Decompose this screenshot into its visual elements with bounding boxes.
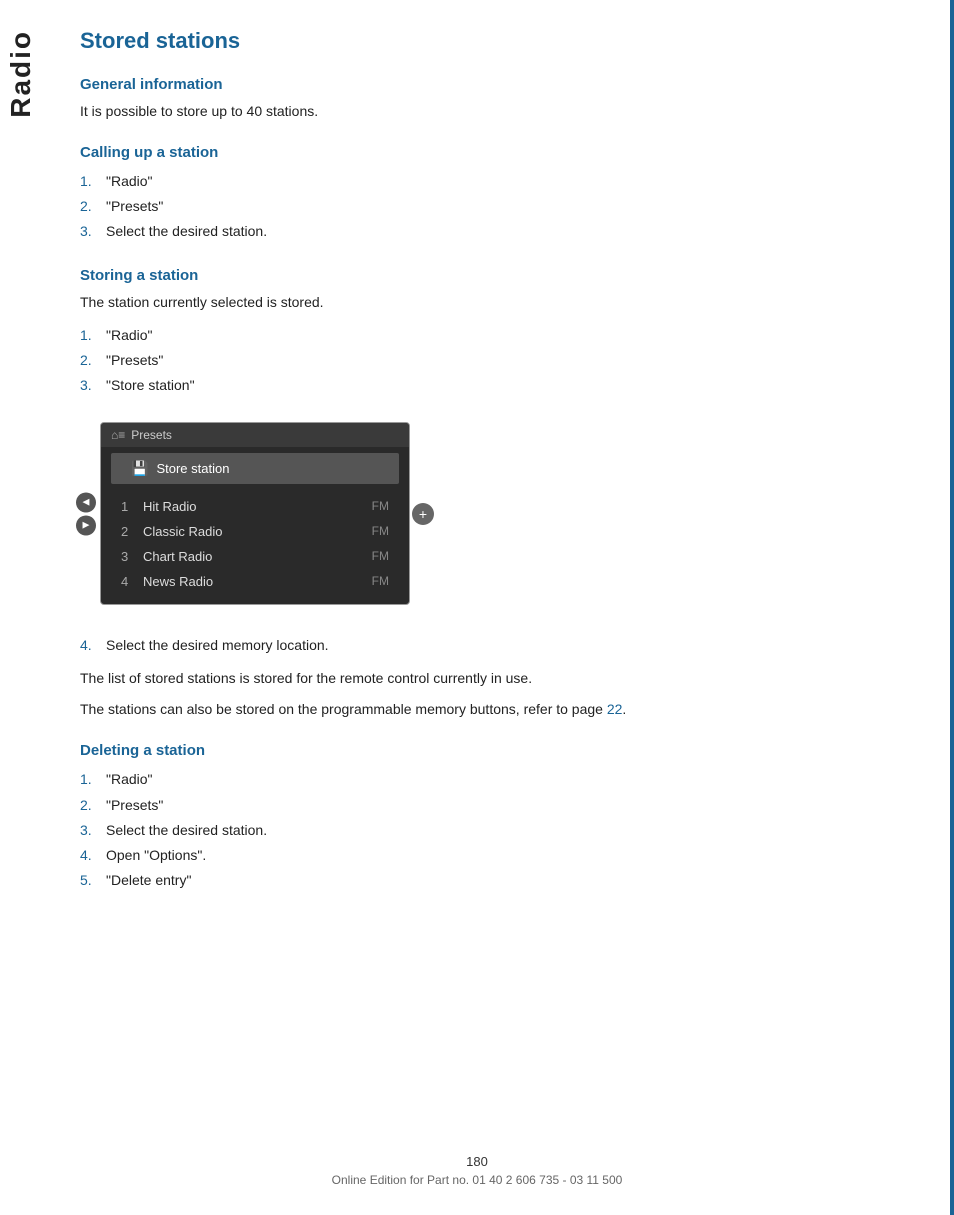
station-num: 4 bbox=[121, 574, 137, 589]
general-info-body: It is possible to store up to 40 station… bbox=[80, 101, 894, 122]
list-item: 2. "Presets" bbox=[80, 348, 894, 373]
sidebar-label: Radio bbox=[5, 30, 37, 118]
step-num: 3. bbox=[80, 818, 98, 843]
sidebar: Radio bbox=[0, 0, 42, 1215]
station-row: 3 Chart Radio FM bbox=[111, 544, 399, 569]
list-item: 3. Select the desired station. bbox=[80, 219, 894, 244]
step-num: 1. bbox=[80, 767, 98, 792]
section-calling-up: Calling up a station 1. "Radio" 2. "Preset… bbox=[80, 144, 894, 245]
storing-step4-list: 4. Select the desired memory location. bbox=[80, 633, 894, 658]
storing-intro: The station currently selected is stored… bbox=[80, 292, 894, 313]
station-band: FM bbox=[372, 524, 389, 539]
general-info-heading: General information bbox=[80, 76, 894, 93]
edition-text: Online Edition for Part no. 01 40 2 606 … bbox=[0, 1173, 954, 1187]
presets-icon: ⌂≡ bbox=[111, 428, 125, 442]
storing-note2-suffix: . bbox=[622, 701, 626, 717]
station-row: 1 Hit Radio FM bbox=[111, 494, 399, 519]
step-num: 2. bbox=[80, 793, 98, 818]
main-content: Stored stations General information It i… bbox=[60, 0, 954, 943]
step-text: Select the desired memory location. bbox=[106, 633, 329, 658]
list-item: 4. Select the desired memory location. bbox=[80, 633, 894, 658]
station-band: FM bbox=[372, 549, 389, 564]
station-name: Hit Radio bbox=[143, 499, 372, 514]
store-icon: 💾 bbox=[131, 460, 148, 477]
section-deleting: Deleting a station 1. "Radio" 2. "Presets"… bbox=[80, 742, 894, 893]
presets-header: ⌂≡ Presets bbox=[101, 423, 409, 447]
step-text: "Presets" bbox=[106, 793, 163, 818]
nav-next-button[interactable]: ▶ bbox=[76, 515, 96, 535]
list-item: 1. "Radio" bbox=[80, 169, 894, 194]
station-name: Chart Radio bbox=[143, 549, 372, 564]
list-item: 3. "Store station" bbox=[80, 373, 894, 398]
station-num: 2 bbox=[121, 524, 137, 539]
step-text: "Radio" bbox=[106, 169, 153, 194]
storing-note1: The list of stored stations is stored fo… bbox=[80, 668, 894, 689]
step-num: 5. bbox=[80, 868, 98, 893]
page-title: Stored stations bbox=[80, 28, 894, 54]
nav-prev-button[interactable]: ◀ bbox=[76, 492, 96, 512]
page-link[interactable]: 22 bbox=[607, 701, 623, 717]
step-num: 3. bbox=[80, 373, 98, 398]
section-general-info: General information It is possible to st… bbox=[80, 76, 894, 122]
station-row: 4 News Radio FM bbox=[111, 569, 399, 594]
presets-ui-wrapper: ⌂≡ Presets 💾 Store station 1 Hit Radio F… bbox=[100, 408, 410, 619]
station-num: 3 bbox=[121, 549, 137, 564]
list-item: 5. "Delete entry" bbox=[80, 868, 894, 893]
step-text: "Radio" bbox=[106, 323, 153, 348]
section-storing: Storing a station The station currently … bbox=[80, 267, 894, 721]
list-item: 4. Open "Options". bbox=[80, 843, 894, 868]
calling-up-heading: Calling up a station bbox=[80, 144, 894, 161]
step-num: 4. bbox=[80, 843, 98, 868]
step-text: Select the desired station. bbox=[106, 818, 267, 843]
station-name: News Radio bbox=[143, 574, 372, 589]
storing-heading: Storing a station bbox=[80, 267, 894, 284]
storing-list: 1. "Radio" 2. "Presets" 3. "Store station" bbox=[80, 323, 894, 399]
step-num: 1. bbox=[80, 323, 98, 348]
calling-up-list: 1. "Radio" 2. "Presets" 3. Select the desir… bbox=[80, 169, 894, 245]
step-num: 4. bbox=[80, 633, 98, 658]
list-item: 3. Select the desired station. bbox=[80, 818, 894, 843]
step-text: "Radio" bbox=[106, 767, 153, 792]
store-station-label: Store station bbox=[156, 461, 229, 476]
side-nav-controls: ◀ ▶ bbox=[76, 492, 96, 535]
list-item: 2. "Presets" bbox=[80, 194, 894, 219]
station-name: Classic Radio bbox=[143, 524, 372, 539]
step-text: "Presets" bbox=[106, 194, 163, 219]
presets-ui: ⌂≡ Presets 💾 Store station 1 Hit Radio F… bbox=[100, 422, 410, 605]
step-text: Open "Options". bbox=[106, 843, 206, 868]
list-item: 2. "Presets" bbox=[80, 793, 894, 818]
presets-header-label: Presets bbox=[131, 428, 172, 442]
footer: 180 Online Edition for Part no. 01 40 2 … bbox=[0, 1154, 954, 1187]
deleting-list: 1. "Radio" 2. "Presets" 3. Select the desir… bbox=[80, 767, 894, 893]
station-band: FM bbox=[372, 574, 389, 589]
step-text: "Delete entry" bbox=[106, 868, 191, 893]
step-num: 3. bbox=[80, 219, 98, 244]
list-item: 1. "Radio" bbox=[80, 323, 894, 348]
station-num: 1 bbox=[121, 499, 137, 514]
page-number: 180 bbox=[0, 1154, 954, 1169]
station-band: FM bbox=[372, 499, 389, 514]
station-row: 2 Classic Radio FM bbox=[111, 519, 399, 544]
step-text: Select the desired station. bbox=[106, 219, 267, 244]
page-divider bbox=[950, 0, 954, 1215]
step-text: "Presets" bbox=[106, 348, 163, 373]
deleting-heading: Deleting a station bbox=[80, 742, 894, 759]
step-num: 1. bbox=[80, 169, 98, 194]
station-list: 1 Hit Radio FM 2 Classic Radio FM 3 Char… bbox=[101, 490, 409, 604]
step-text: "Store station" bbox=[106, 373, 195, 398]
list-item: 1. "Radio" bbox=[80, 767, 894, 792]
step-num: 2. bbox=[80, 348, 98, 373]
step-num: 2. bbox=[80, 194, 98, 219]
storing-note2-prefix: The stations can also be stored on the p… bbox=[80, 701, 607, 717]
store-station-button[interactable]: 💾 Store station bbox=[111, 453, 399, 484]
add-button[interactable]: + bbox=[412, 503, 434, 525]
storing-note2: The stations can also be stored on the p… bbox=[80, 699, 894, 720]
